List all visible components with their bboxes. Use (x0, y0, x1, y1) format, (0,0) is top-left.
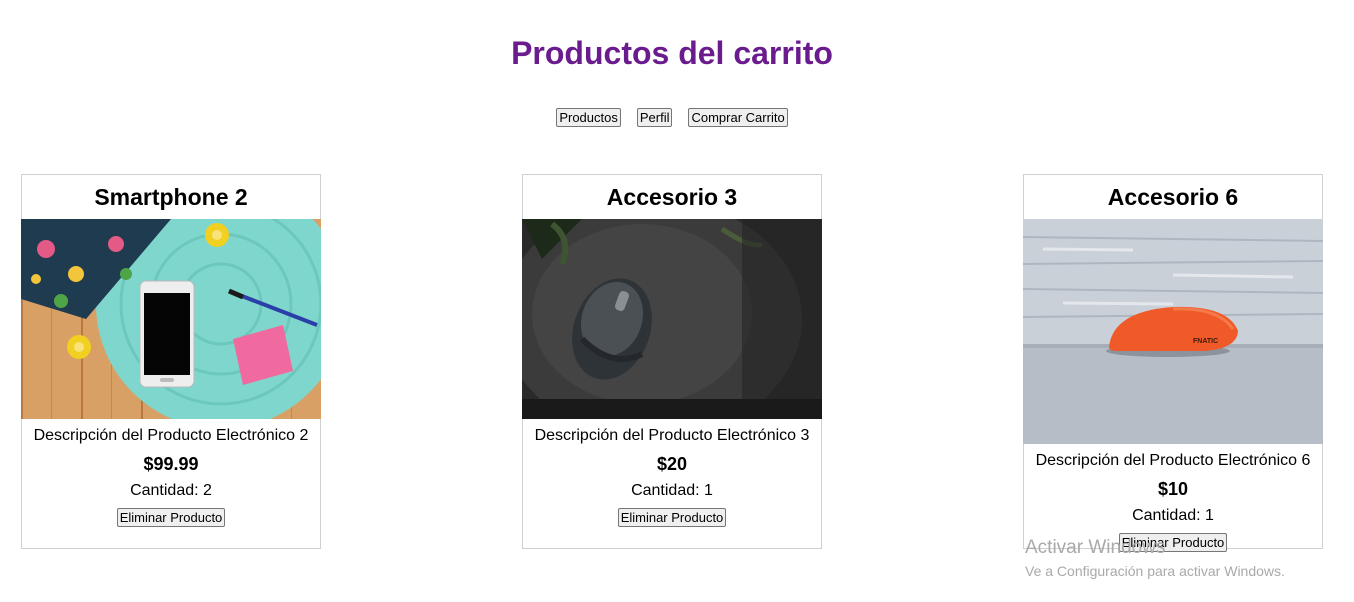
page-title: Productos del carrito (511, 35, 833, 71)
product-price: $20 (656, 454, 688, 474)
watermark-subtitle: Ve a Configuración para activar Windows. (1025, 563, 1285, 579)
product-name: Smartphone 2 (94, 184, 248, 210)
svg-text:FNATIC: FNATIC (1193, 338, 1218, 345)
orange-mouse-photo: FNATIC (1023, 219, 1323, 444)
product-quantity: Cantidad: 1 (631, 482, 713, 499)
product-description: Descripción del Producto Electrónico 2 (33, 427, 309, 444)
cart-item-card: Accesorio 3 Descripción del Producto Ele… (522, 174, 822, 549)
product-quantity: Cantidad: 1 (1132, 507, 1214, 524)
product-description: Descripción del Producto Electrónico 6 (1035, 452, 1311, 469)
product-name: Accesorio 3 (606, 184, 738, 210)
product-quantity: Cantidad: 2 (130, 482, 212, 499)
nav-profile-button[interactable]: Perfil (636, 108, 673, 127)
buy-cart-button[interactable]: Comprar Carrito (688, 108, 788, 127)
cart-item-card: Smartphone 2 Descripción del Producto El… (21, 174, 321, 549)
mouse-photo (522, 219, 822, 419)
product-description: Descripción del Producto Electrónico 3 (534, 427, 810, 444)
cart-item-card: Accesorio 6 FNATIC Descripción del Produ… (1023, 174, 1323, 552)
product-name: Accesorio 6 (1107, 184, 1239, 210)
remove-product-button[interactable]: Eliminar Producto (1118, 533, 1228, 552)
nav-products-button[interactable]: Productos (556, 108, 621, 127)
smartphone-photo (21, 219, 321, 419)
remove-product-button[interactable]: Eliminar Producto (116, 508, 226, 527)
nav-bar: Productos Perfil Comprar Carrito (0, 108, 1344, 127)
product-price: $99.99 (143, 454, 199, 474)
product-price: $10 (1157, 479, 1189, 499)
remove-product-button[interactable]: Eliminar Producto (617, 508, 727, 527)
